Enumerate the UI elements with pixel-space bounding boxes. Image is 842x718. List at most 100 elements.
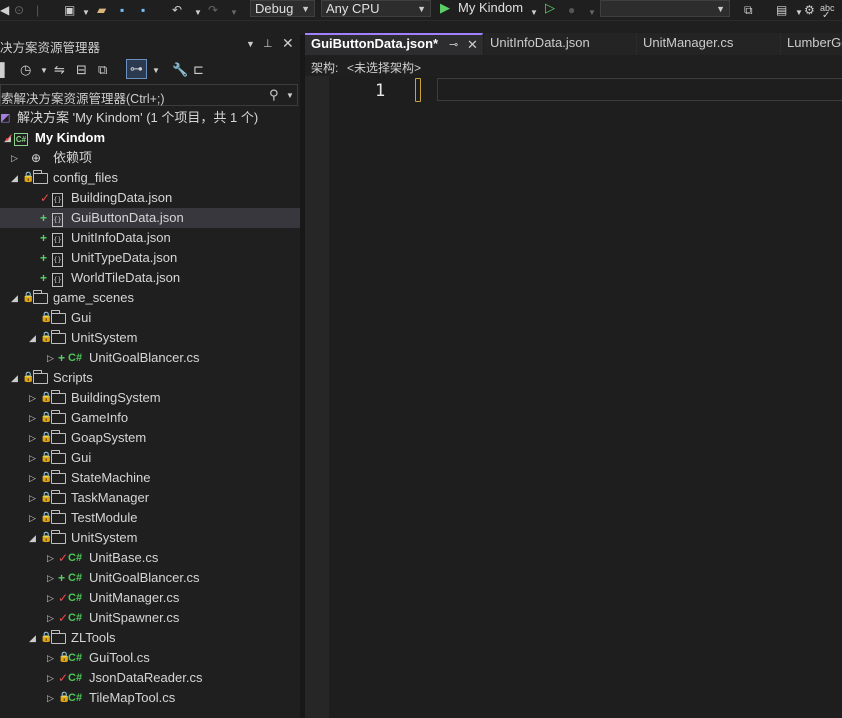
collapsed-arrow-icon[interactable]: ▷ bbox=[29, 468, 36, 488]
chevron-down-icon[interactable]: ▼ bbox=[246, 39, 255, 49]
undo-icon[interactable]: ↶ bbox=[172, 2, 182, 18]
collapsed-arrow-icon[interactable]: ▷ bbox=[29, 428, 36, 448]
tree-item-folder[interactable]: 🔒 Gui bbox=[0, 308, 300, 328]
tree-item-dependencies[interactable]: ▷ ⊕ 依赖项 bbox=[0, 148, 300, 168]
tree-item-file[interactable]: + {} WorldTileData.json bbox=[0, 268, 300, 288]
redo-icon[interactable]: ↷ bbox=[208, 2, 218, 18]
collapsed-arrow-icon[interactable]: ▷ bbox=[29, 388, 36, 408]
expanded-arrow-icon[interactable]: ◢ bbox=[11, 288, 18, 308]
chevron-down-icon[interactable]: ▼ bbox=[588, 5, 596, 21]
pin-icon[interactable]: ⊸ bbox=[449, 37, 458, 54]
properties-icon[interactable]: 🔧 bbox=[172, 62, 188, 78]
tree-item-folder[interactable]: ▷ 🔒 TestModule bbox=[0, 508, 300, 528]
collapsed-arrow-icon[interactable]: ▷ bbox=[29, 488, 36, 508]
collapsed-arrow-icon[interactable]: ▷ bbox=[47, 648, 54, 668]
close-icon[interactable]: ✕ bbox=[467, 36, 478, 53]
target-select[interactable]: ▼ bbox=[600, 0, 730, 17]
collapsed-arrow-icon[interactable]: ▷ bbox=[29, 448, 36, 468]
chevron-down-icon[interactable]: ▼ bbox=[286, 91, 294, 100]
close-icon[interactable]: ✕ bbox=[282, 35, 294, 52]
chevron-down-icon[interactable]: ▼ bbox=[152, 66, 160, 75]
search-input[interactable]: 索解决方案资源管理器(Ctrl+;) bbox=[1, 88, 165, 107]
tree-item-solution[interactable]: ◩ 解决方案 'My Kindom' (1 个项目，共 1 个) bbox=[0, 108, 300, 128]
expanded-arrow-icon[interactable]: ◢ bbox=[11, 168, 18, 188]
undo-dropdown-icon[interactable]: ▼ bbox=[194, 5, 202, 21]
code-editor[interactable]: 1 bbox=[305, 76, 842, 718]
collapsed-arrow-icon[interactable]: ▷ bbox=[29, 508, 36, 528]
start-icon[interactable]: ▶ bbox=[440, 0, 450, 16]
startup-project-label[interactable]: My Kindom bbox=[458, 0, 523, 16]
tree-item-folder[interactable]: ◢ 🔒 UnitSystem bbox=[0, 528, 300, 548]
tree-item-file[interactable]: ✓ {} BuildingData.json bbox=[0, 188, 300, 208]
expanded-arrow-icon[interactable]: ◢ bbox=[29, 528, 36, 548]
open-folder-icon[interactable]: ▰ bbox=[97, 2, 106, 18]
tab-lumbergo[interactable]: LumberGo bbox=[781, 33, 842, 55]
collapsed-arrow-icon[interactable]: ▷ bbox=[47, 548, 54, 568]
pin-icon[interactable]: ⊥ bbox=[263, 37, 273, 50]
tree-item-file[interactable]: ▷ 🔒 C# TileMapTool.cs bbox=[0, 688, 300, 708]
hot-reload-icon[interactable]: ● bbox=[568, 2, 575, 18]
expanded-arrow-icon[interactable]: ◢ bbox=[29, 628, 36, 648]
save-all-icon[interactable]: ▪ bbox=[141, 2, 145, 18]
configuration-select[interactable]: Debug ▼ bbox=[250, 0, 315, 17]
tree-item-folder[interactable]: ▷ 🔒 StateMachine bbox=[0, 468, 300, 488]
collapsed-arrow-icon[interactable]: ▷ bbox=[47, 568, 54, 588]
layout-icon[interactable]: ▤ bbox=[776, 2, 787, 18]
chevron-down-icon[interactable]: ▼ bbox=[530, 5, 538, 21]
collapsed-arrow-icon[interactable]: ▷ bbox=[47, 588, 54, 608]
platform-select[interactable]: Any CPU ▼ bbox=[321, 0, 431, 17]
tree-item-folder[interactable]: ◢ 🔒 UnitSystem bbox=[0, 328, 300, 348]
back-icon[interactable]: ◀ bbox=[0, 2, 9, 18]
chevron-down-icon[interactable]: ▼ bbox=[82, 5, 90, 21]
tree-item-file[interactable]: ▷ 🔒 C# GuiTool.cs bbox=[0, 648, 300, 668]
collapsed-arrow-icon[interactable]: ▷ bbox=[11, 148, 18, 168]
chevron-down-icon[interactable]: ▼ bbox=[40, 66, 48, 75]
tree-item-folder[interactable]: ◢ 🔒 config_files bbox=[0, 168, 300, 188]
collapsed-arrow-icon[interactable]: ▷ bbox=[47, 348, 54, 368]
tree-item-folder[interactable]: ◢ 🔒 Scripts bbox=[0, 368, 300, 388]
tree-item-folder[interactable]: ▷ 🔒 BuildingSystem bbox=[0, 388, 300, 408]
tab-guibuttondata[interactable]: GuiButtonData.json* ⊸ ✕ bbox=[305, 33, 483, 55]
redo-dropdown-icon[interactable]: ▼ bbox=[230, 5, 238, 21]
collapsed-arrow-icon[interactable]: ▷ bbox=[29, 408, 36, 428]
tree-item-folder[interactable]: ▷ 🔒 TaskManager bbox=[0, 488, 300, 508]
tree-item-file[interactable]: ▷ ✓ C# UnitBase.cs bbox=[0, 548, 300, 568]
tree-item-folder[interactable]: ◢ 🔒 game_scenes bbox=[0, 288, 300, 308]
settings-icon[interactable]: ⚙ bbox=[804, 2, 815, 18]
sync-icon[interactable]: ▌ bbox=[0, 62, 9, 77]
tree-item-file[interactable]: ▷ + C# UnitGoalBlancer.cs bbox=[0, 348, 300, 368]
tree-item-project[interactable]: ◢ ✓ C# My Kindom bbox=[0, 128, 300, 148]
collapse-all-icon[interactable]: ⊟ bbox=[76, 62, 87, 78]
new-project-icon[interactable]: ▣ bbox=[64, 2, 75, 18]
chevron-down-icon[interactable]: ▼ bbox=[795, 5, 803, 21]
preview-icon[interactable]: ⊏ bbox=[193, 62, 204, 78]
filter-icon[interactable]: ⊶ bbox=[126, 59, 147, 79]
tree-item-folder[interactable]: ▷ 🔒 GameInfo bbox=[0, 408, 300, 428]
tree-item-file[interactable]: + {} UnitTypeData.json bbox=[0, 248, 300, 268]
collapsed-arrow-icon[interactable]: ▷ bbox=[47, 668, 54, 688]
expanded-arrow-icon[interactable]: ◢ bbox=[29, 328, 36, 348]
tree-item-file[interactable]: ▷ ✓ C# UnitSpawner.cs bbox=[0, 608, 300, 628]
tree-item-file[interactable]: ▷ ✓ C# JsonDataReader.cs bbox=[0, 668, 300, 688]
tree-item-file[interactable]: ▷ + C# UnitGoalBlancer.cs bbox=[0, 568, 300, 588]
tab-unitinfodata[interactable]: UnitInfoData.json bbox=[484, 33, 637, 55]
tree-item-file[interactable]: ▷ ✓ C# UnitManager.cs bbox=[0, 588, 300, 608]
tab-unitmanager[interactable]: UnitManager.cs bbox=[637, 33, 781, 55]
history-icon[interactable]: ◷ bbox=[20, 62, 31, 78]
schema-select[interactable]: <未选择架构> bbox=[347, 59, 421, 76]
save-icon[interactable]: ▪ bbox=[120, 2, 124, 18]
switch-views-icon[interactable]: ⇋ bbox=[54, 62, 65, 78]
collapsed-arrow-icon[interactable]: ▷ bbox=[47, 688, 54, 708]
tree-item-folder[interactable]: ▷ 🔒 GoapSystem bbox=[0, 428, 300, 448]
search-icon[interactable]: ⚲ bbox=[269, 87, 279, 103]
start-without-debug-icon[interactable]: ▷ bbox=[545, 0, 555, 16]
forward-icon[interactable]: ⊙ bbox=[14, 2, 24, 18]
show-all-files-icon[interactable]: ⧉ bbox=[98, 62, 107, 78]
collapsed-arrow-icon[interactable]: ▷ bbox=[47, 608, 54, 628]
solution-explorer-search[interactable]: 索解决方案资源管理器(Ctrl+;) ⚲ ▼ bbox=[0, 84, 298, 106]
tree-item-folder[interactable]: ◢ 🔒 ZLTools bbox=[0, 628, 300, 648]
expanded-arrow-icon[interactable]: ◢ bbox=[11, 368, 18, 388]
tree-item-file-selected[interactable]: + {} GuiButtonData.json bbox=[0, 208, 300, 228]
tree-item-folder[interactable]: ▷ 🔒 Gui bbox=[0, 448, 300, 468]
share-icon[interactable]: ⧉ bbox=[744, 2, 753, 18]
